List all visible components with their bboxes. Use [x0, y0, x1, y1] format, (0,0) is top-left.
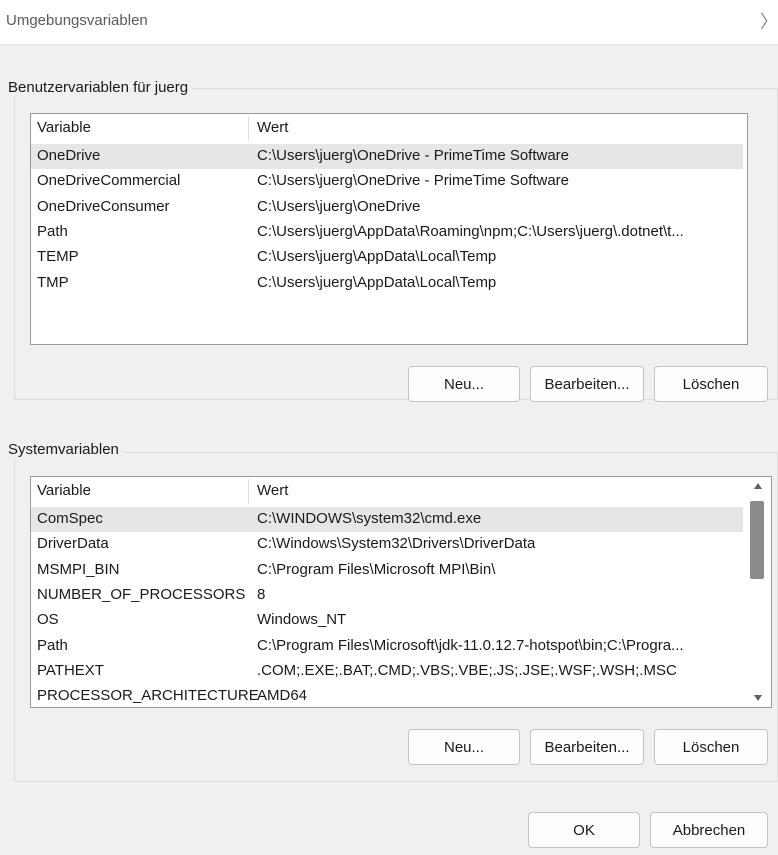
variable-value: Windows_NT — [257, 611, 347, 628]
column-header-value[interactable]: Wert — [257, 119, 288, 136]
variable-name: ComSpec — [37, 510, 103, 527]
table-row[interactable]: TEMP C:\Users\juerg\AppData\Local\Temp — [31, 245, 743, 270]
scroll-down-arrow-icon[interactable] — [745, 693, 771, 705]
table-row[interactable]: OneDrive C:\Users\juerg\OneDrive - Prime… — [31, 144, 743, 169]
user-variables-header: Variable Wert — [31, 116, 747, 141]
table-row[interactable]: DriverData C:\Windows\System32\Drivers\D… — [31, 532, 743, 557]
variable-name: OneDriveCommercial — [37, 172, 181, 189]
variable-value: C:\Users\juerg\OneDrive — [257, 198, 421, 215]
system-variables-label: Systemvariablen — [8, 441, 123, 458]
table-row[interactable]: TMP C:\Users\juerg\AppData\Local\Temp — [31, 271, 743, 296]
variable-value: C:\Users\juerg\OneDrive - PrimeTime Soft… — [257, 147, 570, 164]
variable-name: PROCESSOR_ARCHITECTURE — [37, 687, 259, 704]
table-row[interactable]: NUMBER_OF_PROCESSORS 8 — [31, 583, 743, 608]
table-row[interactable]: PATHEXT .COM;.EXE;.BAT;.CMD;.VBS;.VBE;.J… — [31, 659, 743, 684]
table-row[interactable]: PROCESSOR_ARCHITECTURE AMD64 — [31, 684, 743, 707]
variable-name: Path — [37, 637, 68, 654]
variable-value: C:\Users\juerg\AppData\Local\Temp — [257, 248, 497, 265]
table-row[interactable]: MSMPI_BIN C:\Program Files\Microsoft MPI… — [31, 558, 743, 583]
variable-name: TMP — [37, 274, 69, 291]
variable-value: C:\WINDOWS\system32\cmd.exe — [257, 510, 482, 527]
table-row[interactable]: OS Windows_NT — [31, 608, 743, 633]
system-edit-button[interactable]: Bearbeiten... — [530, 729, 644, 765]
table-row[interactable]: ComSpec C:\WINDOWS\system32\cmd.exe — [31, 507, 743, 532]
variable-value: AMD64 — [257, 687, 308, 704]
user-new-button[interactable]: Neu... — [408, 366, 520, 402]
system-delete-button[interactable]: Löschen — [654, 729, 768, 765]
system-variables-header: Variable Wert — [31, 479, 747, 504]
variable-name: TEMP — [37, 248, 79, 265]
variable-name: Path — [37, 223, 68, 240]
user-delete-button[interactable]: Löschen — [654, 366, 768, 402]
environment-variables-dialog: Umgebungsvariablen 〉 Benutzervariablen f… — [0, 0, 778, 855]
variable-value: .COM;.EXE;.BAT;.CMD;.VBS;.VBE;.JS;.JSE;.… — [257, 662, 677, 679]
system-new-button[interactable]: Neu... — [408, 729, 520, 765]
scroll-up-arrow-icon[interactable] — [745, 479, 771, 491]
variable-name: MSMPI_BIN — [37, 561, 120, 578]
system-variables-list[interactable]: Variable Wert ComSpec C:\WINDOWS\system3… — [30, 476, 772, 708]
table-row[interactable]: OneDriveCommercial C:\Users\juerg\OneDri… — [31, 169, 743, 194]
variable-value: C:\Users\juerg\OneDrive - PrimeTime Soft… — [257, 172, 570, 189]
variable-value: 8 — [257, 586, 266, 603]
vertical-scrollbar[interactable] — [745, 477, 771, 707]
variable-value: C:\Windows\System32\Drivers\DriverData — [257, 535, 536, 552]
table-row[interactable]: OneDriveConsumer C:\Users\juerg\OneDrive — [31, 195, 743, 220]
column-header-variable[interactable]: Variable — [37, 119, 91, 136]
close-icon[interactable]: 〉 — [760, 8, 778, 34]
user-variables-label: Benutzervariablen für juerg — [8, 79, 193, 96]
table-row[interactable]: Path C:\Users\juerg\AppData\Roaming\npm;… — [31, 220, 743, 245]
table-row[interactable]: Path C:\Program Files\Microsoft\jdk-11.0… — [31, 634, 743, 659]
variable-value: C:\Program Files\Microsoft MPI\Bin\ — [257, 561, 496, 578]
variable-value: C:\Users\juerg\AppData\Roaming\npm;C:\Us… — [257, 223, 684, 240]
ok-button[interactable]: OK — [528, 812, 640, 848]
variable-value: C:\Users\juerg\AppData\Local\Temp — [257, 274, 497, 291]
column-separator[interactable] — [248, 479, 249, 504]
scroll-thumb[interactable] — [750, 501, 764, 579]
cancel-button[interactable]: Abbrechen — [650, 812, 768, 848]
variable-value: C:\Program Files\Microsoft\jdk-11.0.12.7… — [257, 637, 684, 654]
variable-name: PATHEXT — [37, 662, 104, 679]
variable-name: DriverData — [37, 535, 109, 552]
column-separator[interactable] — [248, 116, 249, 141]
title-bar: Umgebungsvariablen 〉 — [0, 0, 778, 45]
variable-name: OS — [37, 611, 59, 628]
user-edit-button[interactable]: Bearbeiten... — [530, 366, 644, 402]
variable-name: OneDriveConsumer — [37, 198, 170, 215]
variable-name: NUMBER_OF_PROCESSORS — [37, 586, 246, 603]
column-header-variable[interactable]: Variable — [37, 482, 91, 499]
variable-name: OneDrive — [37, 147, 101, 164]
window-title: Umgebungsvariablen — [6, 12, 148, 29]
column-header-value[interactable]: Wert — [257, 482, 288, 499]
user-variables-list[interactable]: Variable Wert OneDrive C:\Users\juerg\On… — [30, 113, 748, 345]
